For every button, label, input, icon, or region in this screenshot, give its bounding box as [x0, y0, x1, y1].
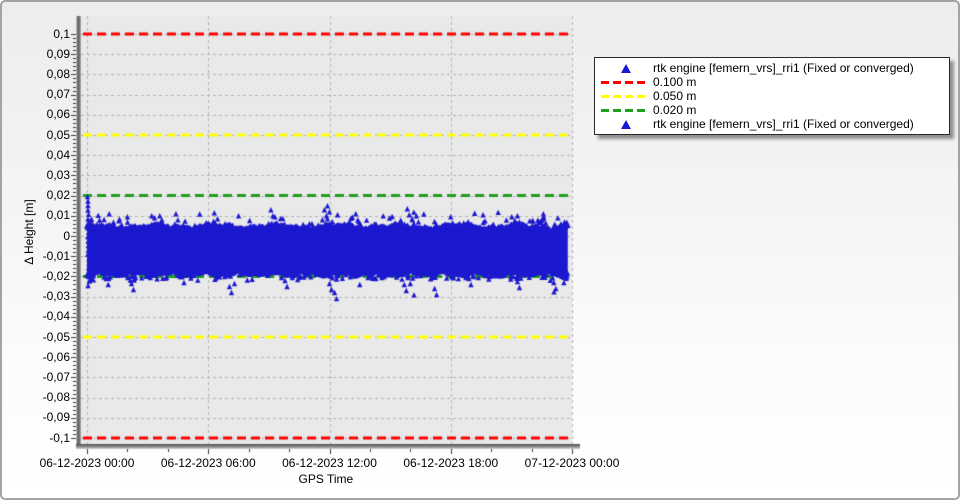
legend-dash-line-icon — [599, 95, 653, 98]
legend-item: rtk engine [femern_vrs]_rri1 (Fixed or c… — [599, 61, 945, 75]
legend-item-label: rtk engine [femern_vrs]_rri1 (Fixed or c… — [653, 117, 914, 131]
legend-item: 0.100 m — [599, 75, 945, 89]
x-axis-title: GPS Time — [299, 472, 354, 486]
legend-item: 0.050 m — [599, 89, 945, 103]
legend-item-label: 0.050 m — [653, 89, 696, 103]
chart-frame: 0,10,090,080,070,060,050,040,030,020,010… — [0, 0, 960, 500]
legend-dash-line-icon — [599, 81, 653, 84]
legend-item: 0.020 m — [599, 103, 945, 117]
legend-item-label: rtk engine [femern_vrs]_rri1 (Fixed or c… — [653, 61, 914, 75]
legend-item-label: 0.020 m — [653, 103, 696, 117]
legend-triangle-marker-icon — [599, 120, 653, 129]
legend-triangle-marker-icon — [599, 64, 653, 73]
legend-item-label: 0.100 m — [653, 75, 696, 89]
legend-item: rtk engine [femern_vrs]_rri1 (Fixed or c… — [599, 117, 945, 131]
legend-box: rtk engine [femern_vrs]_rri1 (Fixed or c… — [594, 57, 950, 135]
legend-dash-line-icon — [599, 109, 653, 112]
y-axis-title: Δ Height [m] — [22, 199, 36, 264]
